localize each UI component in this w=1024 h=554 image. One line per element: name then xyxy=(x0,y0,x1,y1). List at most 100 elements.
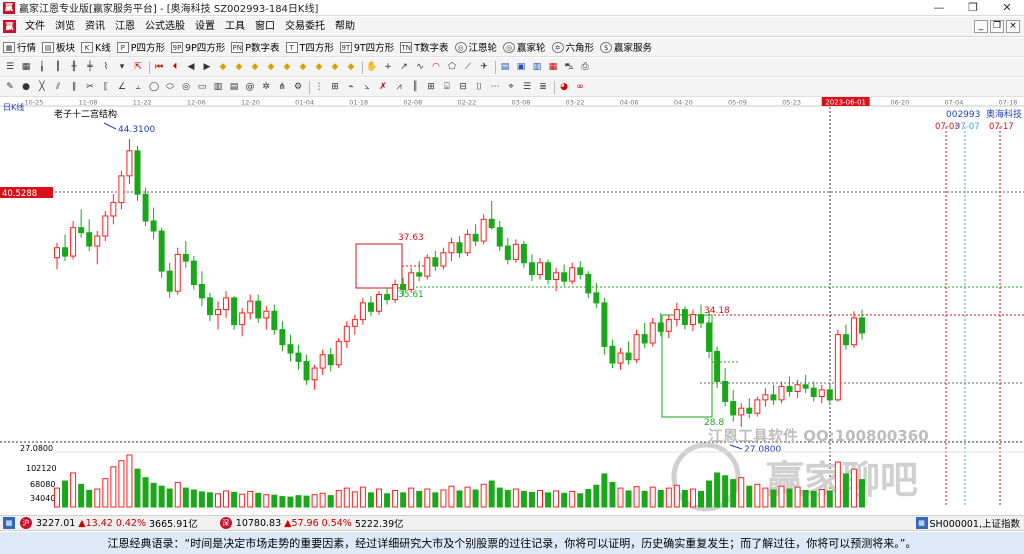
crosshair-icon[interactable]: + xyxy=(382,61,394,73)
t-square-button[interactable]: T T四方形 xyxy=(285,40,334,54)
index-selector-icon[interactable]: ▦ xyxy=(915,517,928,529)
sh-index-icon[interactable]: ▦ xyxy=(3,517,15,529)
candle-bar-icon-2[interactable]: ┃ xyxy=(52,61,64,73)
wave-count-icon[interactable]: ⩘ xyxy=(393,81,405,93)
delete-icon[interactable]: ✗ xyxy=(377,81,389,93)
diamond-icon-9[interactable]: ◆ xyxy=(345,61,357,73)
dot-icon[interactable]: ● xyxy=(20,81,32,93)
grid-icon-2[interactable]: ⊞ xyxy=(425,81,437,93)
pentagon-icon[interactable]: ⬠ xyxy=(446,61,458,73)
angle-icon[interactable]: ∠ xyxy=(116,81,128,93)
spiral-icon[interactable]: @ xyxy=(244,81,256,93)
fib-icon[interactable]: ⋮ xyxy=(313,81,325,93)
diamond-icon-3[interactable]: ◆ xyxy=(249,61,261,73)
kline-button[interactable]: K K线 xyxy=(81,40,111,54)
exit-icon[interactable]: ⇱ xyxy=(132,61,144,73)
ohlc-icon-2[interactable]: ╪ xyxy=(84,61,96,73)
diamond-icon-6[interactable]: ◆ xyxy=(297,61,309,73)
menu-info[interactable]: 资讯 xyxy=(80,17,110,37)
sectors-button[interactable]: ▤ 板块 xyxy=(42,40,75,54)
kline-chart[interactable]: 10-25 11-08 11-22 12-06 12-20 01-04 01-18 02-08… xyxy=(0,97,1024,515)
car-icon[interactable]: ⛍ xyxy=(563,61,575,73)
back-icon[interactable]: ◀ xyxy=(185,61,197,73)
gears-icon[interactable]: ⚙ xyxy=(292,81,304,93)
9t-square-button[interactable]: 9T 9T四方形 xyxy=(339,40,394,54)
forward-icon[interactable]: ▶ xyxy=(201,61,213,73)
hand-icon[interactable]: ✋ xyxy=(366,61,378,73)
steps-icon[interactable]: ⌸ xyxy=(441,81,453,93)
diamond-icon-4[interactable]: ◆ xyxy=(265,61,277,73)
p-number-table-button[interactable]: PN P数字表 xyxy=(231,40,280,54)
zigzag-icon[interactable]: ⌁ xyxy=(345,81,357,93)
columns-icon[interactable]: ▤ xyxy=(228,81,240,93)
wheel-icon[interactable]: ✲ xyxy=(260,81,272,93)
bracket-icon[interactable]: ⟦ xyxy=(100,81,112,93)
pencil-icon[interactable]: ✎ xyxy=(4,81,16,93)
cut-icon[interactable]: ✂ xyxy=(84,81,96,93)
fan-icon[interactable]: ⫠ xyxy=(132,81,144,93)
diamond-icon-5[interactable]: ◆ xyxy=(281,61,293,73)
candle-bar-icon[interactable]: ╽ xyxy=(36,61,48,73)
ticks-icon[interactable]: ⋯ xyxy=(489,81,501,93)
wing-icon[interactable]: ✈ xyxy=(478,61,490,73)
wave-icon[interactable]: ∿ xyxy=(414,61,426,73)
gann-angle-icon[interactable]: ⦣ xyxy=(361,81,373,93)
close-button[interactable]: ✕ xyxy=(990,0,1024,16)
parallel-icon[interactable]: ∥ xyxy=(68,81,80,93)
mdi-minimize-button[interactable]: _ xyxy=(974,20,988,33)
diamond-icon[interactable]: ◆ xyxy=(217,61,229,73)
line-chart-icon[interactable]: ⌇ xyxy=(100,61,112,73)
rings-icon[interactable]: ◎ xyxy=(180,81,192,93)
menu-browse[interactable]: 浏览 xyxy=(50,17,80,37)
list-icon[interactable]: ≣ xyxy=(537,81,549,93)
rounded-icon[interactable]: ◠ xyxy=(430,61,442,73)
cycle-icon[interactable]: ⊞ xyxy=(329,81,341,93)
restore-button[interactable]: ❐ xyxy=(956,0,990,16)
menu-gann[interactable]: 江恩 xyxy=(110,17,140,37)
menu-settings[interactable]: 设置 xyxy=(190,17,220,37)
menu-formula-screen[interactable]: 公式选股 xyxy=(140,17,190,37)
diamond-icon-8[interactable]: ◆ xyxy=(329,61,341,73)
bars-icon[interactable]: ▥ xyxy=(212,81,224,93)
quotes-button[interactable]: ▦ 行情 xyxy=(3,40,36,54)
ohlc-icon[interactable]: ╫ xyxy=(68,61,80,73)
ladder-icon[interactable]: ⌷ xyxy=(473,81,485,93)
p-square-button[interactable]: P P四方形 xyxy=(116,40,165,54)
box-icon[interactable]: ▭ xyxy=(196,81,208,93)
print-icon[interactable]: ⎙ xyxy=(579,61,591,73)
menu-help[interactable]: 帮助 xyxy=(330,17,360,37)
mdi-restore-button[interactable]: ❐ xyxy=(990,20,1004,33)
diamond-icon-2[interactable]: ◆ xyxy=(233,61,245,73)
ellipse-icon[interactable]: ⬭ xyxy=(164,81,176,93)
menu-file[interactable]: 文件 xyxy=(20,17,50,37)
menu-icon[interactable]: ☰ xyxy=(4,61,16,73)
scale-icon[interactable]: ⊟ xyxy=(457,81,469,93)
columns-icon-2[interactable]: ║ xyxy=(409,81,421,93)
gann-wheel-button[interactable]: ◎ 江恩轮 xyxy=(454,40,497,54)
menu-tools[interactable]: 工具 xyxy=(220,17,250,37)
minimize-button[interactable]: — xyxy=(922,0,956,16)
calendar-icon[interactable]: ▥ xyxy=(531,61,543,73)
grid-icon[interactable]: ▦ xyxy=(20,61,32,73)
channel-icon[interactable]: ⫽ xyxy=(52,81,64,93)
table-icon[interactable]: ▤ xyxy=(499,61,511,73)
ray-icon[interactable]: ⟋ xyxy=(462,61,474,73)
diamond-icon-7[interactable]: ◆ xyxy=(313,61,325,73)
winner-service-button[interactable]: $ 赢家服务 xyxy=(600,40,652,54)
winner-wheel-button[interactable]: ◎ 赢家轮 xyxy=(503,40,546,54)
t-number-table-button[interactable]: TN T数字表 xyxy=(400,40,449,54)
marker-icon[interactable]: ⌖ xyxy=(505,81,517,93)
trend-icon[interactable]: ↗ xyxy=(398,61,410,73)
cross-line-icon[interactable]: ╳ xyxy=(36,81,48,93)
circle-icon[interactable]: ◯ xyxy=(148,81,160,93)
save-icon[interactable]: ▣ xyxy=(515,61,527,73)
pitchfork-icon[interactable]: ⋔ xyxy=(276,81,288,93)
menu-trade[interactable]: 交易委托 xyxy=(280,17,330,37)
first-page-icon[interactable]: ⏮ xyxy=(153,61,165,73)
prev-page-icon[interactable]: ⏴ xyxy=(169,61,181,73)
menu-window[interactable]: 窗口 xyxy=(250,17,280,37)
current-index-label[interactable]: SH000001,上证指数 xyxy=(930,516,1020,530)
hexagon-button[interactable]: ✡ 六角形 xyxy=(551,40,594,54)
infinity-icon[interactable]: ∞ xyxy=(574,81,586,93)
mdi-close-button[interactable]: × xyxy=(1006,20,1020,33)
